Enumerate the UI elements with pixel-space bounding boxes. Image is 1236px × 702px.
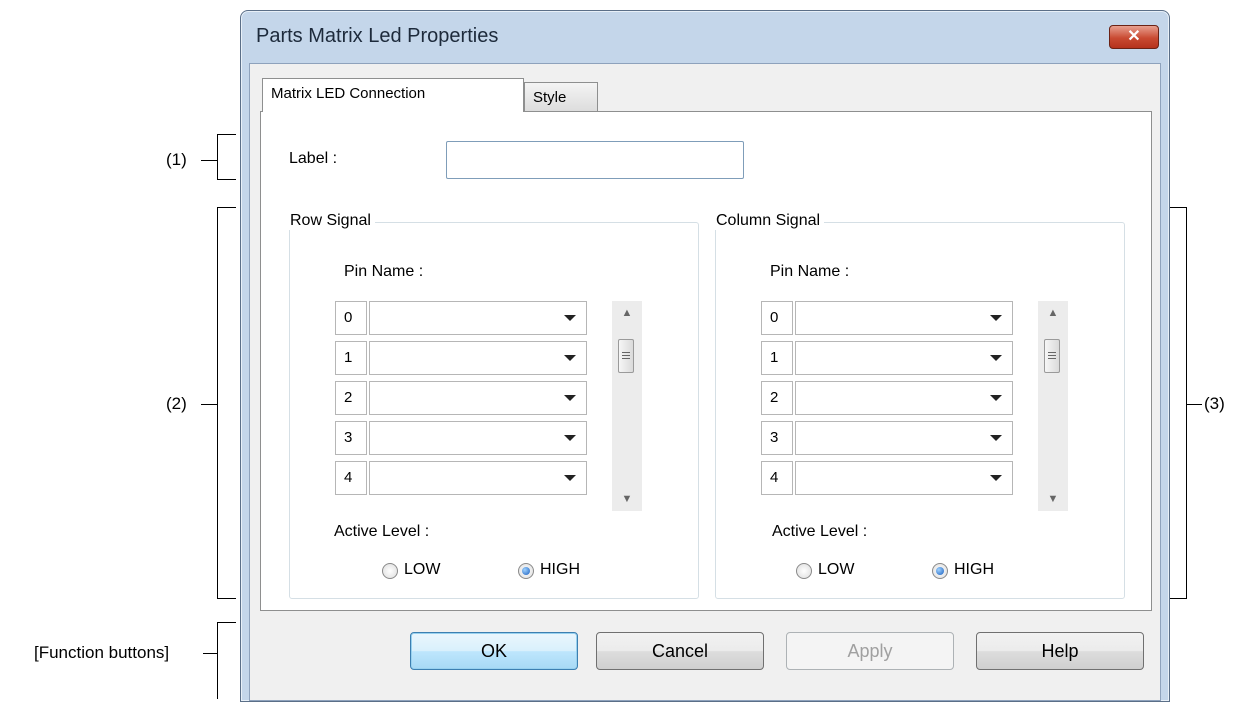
row-signal-group: Row Signal Pin Name : 0 1 2 3 4 ▲ ▼ Acti… [286, 212, 699, 599]
chevron-down-icon [564, 475, 576, 481]
row-pin-select[interactable] [369, 421, 587, 455]
tab-style[interactable]: Style [524, 82, 598, 112]
row-signal-title: Row Signal [286, 212, 375, 230]
column-low-radio[interactable] [796, 563, 812, 579]
column-pin-index: 3 [761, 421, 793, 455]
column-pin-index: 1 [761, 341, 793, 375]
column-pin-select[interactable] [795, 301, 1013, 335]
tab-panel: Label : Row Signal Pin Name : 0 1 2 3 4 … [260, 111, 1152, 611]
callout-1-bracket [217, 134, 236, 180]
column-pin-name-label: Pin Name : [770, 263, 850, 280]
callout-2-tick [201, 404, 217, 405]
label-field-label: Label : [289, 150, 338, 167]
callout-function-buttons: [Function buttons] [34, 643, 170, 662]
row-pin-select[interactable] [369, 461, 587, 495]
row-pin-select[interactable] [369, 381, 587, 415]
column-high-radio[interactable] [932, 563, 948, 579]
callout-fb-tick [203, 653, 217, 654]
ok-button[interactable]: OK [410, 632, 578, 670]
column-high-label: HIGH [954, 561, 994, 578]
row-pin-index: 2 [335, 381, 367, 415]
callout-3-bracket [1168, 207, 1187, 599]
callout-2: (2) [166, 394, 187, 413]
column-signal-group: Column Signal Pin Name : 0 1 2 3 4 ▲ ▼ A… [712, 212, 1125, 599]
callout-2-bracket [217, 207, 236, 599]
column-pin-select[interactable] [795, 461, 1013, 495]
row-pin-index: 4 [335, 461, 367, 495]
scroll-down-icon[interactable]: ▼ [1038, 489, 1068, 509]
scroll-down-icon[interactable]: ▼ [612, 489, 642, 509]
callout-fb-bracket [217, 622, 236, 699]
row-pin-index: 0 [335, 301, 367, 335]
scroll-up-icon[interactable]: ▲ [612, 303, 642, 323]
callout-3: (3) [1204, 394, 1225, 413]
chevron-down-icon [564, 435, 576, 441]
row-active-level-label: Active Level : [334, 523, 430, 540]
callout-1: (1) [166, 150, 187, 169]
column-pin-index: 0 [761, 301, 793, 335]
scroll-up-icon[interactable]: ▲ [1038, 303, 1068, 323]
column-pin-index: 2 [761, 381, 793, 415]
scroll-thumb[interactable] [1044, 339, 1060, 373]
chevron-down-icon [564, 355, 576, 361]
column-pin-select[interactable] [795, 381, 1013, 415]
row-high-label: HIGH [540, 561, 580, 578]
apply-button[interactable]: Apply [786, 632, 954, 670]
scroll-thumb[interactable] [618, 339, 634, 373]
column-active-level-label: Active Level : [772, 523, 868, 540]
callout-3-tick [1186, 404, 1202, 405]
column-pin-select[interactable] [795, 421, 1013, 455]
chevron-down-icon [990, 315, 1002, 321]
chevron-down-icon [564, 315, 576, 321]
close-button[interactable]: ✕ [1109, 25, 1159, 49]
row-low-radio[interactable] [382, 563, 398, 579]
chevron-down-icon [990, 355, 1002, 361]
help-button[interactable]: Help [976, 632, 1144, 670]
row-pin-name-label: Pin Name : [344, 263, 424, 280]
row-pins-scrollbar[interactable]: ▲ ▼ [612, 301, 642, 511]
close-icon: ✕ [1127, 28, 1141, 45]
row-low-label: LOW [404, 561, 441, 578]
dialog-client-area: Matrix LED Connection Style Label : Row … [249, 63, 1161, 701]
chevron-down-icon [990, 435, 1002, 441]
column-pin-select[interactable] [795, 341, 1013, 375]
column-pin-index: 4 [761, 461, 793, 495]
cancel-button[interactable]: Cancel [596, 632, 764, 670]
window-title: Parts Matrix Led Properties [256, 25, 499, 47]
column-pins-scrollbar[interactable]: ▲ ▼ [1038, 301, 1068, 511]
title-bar[interactable]: Parts Matrix Led Properties ✕ [241, 11, 1169, 63]
row-pin-index: 1 [335, 341, 367, 375]
label-input[interactable] [446, 141, 744, 179]
column-signal-title: Column Signal [712, 212, 825, 230]
properties-dialog: Parts Matrix Led Properties ✕ Matrix LED… [240, 10, 1170, 702]
chevron-down-icon [990, 475, 1002, 481]
column-low-label: LOW [818, 561, 855, 578]
chevron-down-icon [990, 395, 1002, 401]
tab-matrix-led-connection[interactable]: Matrix LED Connection [262, 78, 524, 112]
row-pin-index: 3 [335, 421, 367, 455]
row-high-radio[interactable] [518, 563, 534, 579]
callout-1-tick [201, 160, 217, 161]
chevron-down-icon [564, 395, 576, 401]
row-pin-select[interactable] [369, 301, 587, 335]
row-pin-select[interactable] [369, 341, 587, 375]
